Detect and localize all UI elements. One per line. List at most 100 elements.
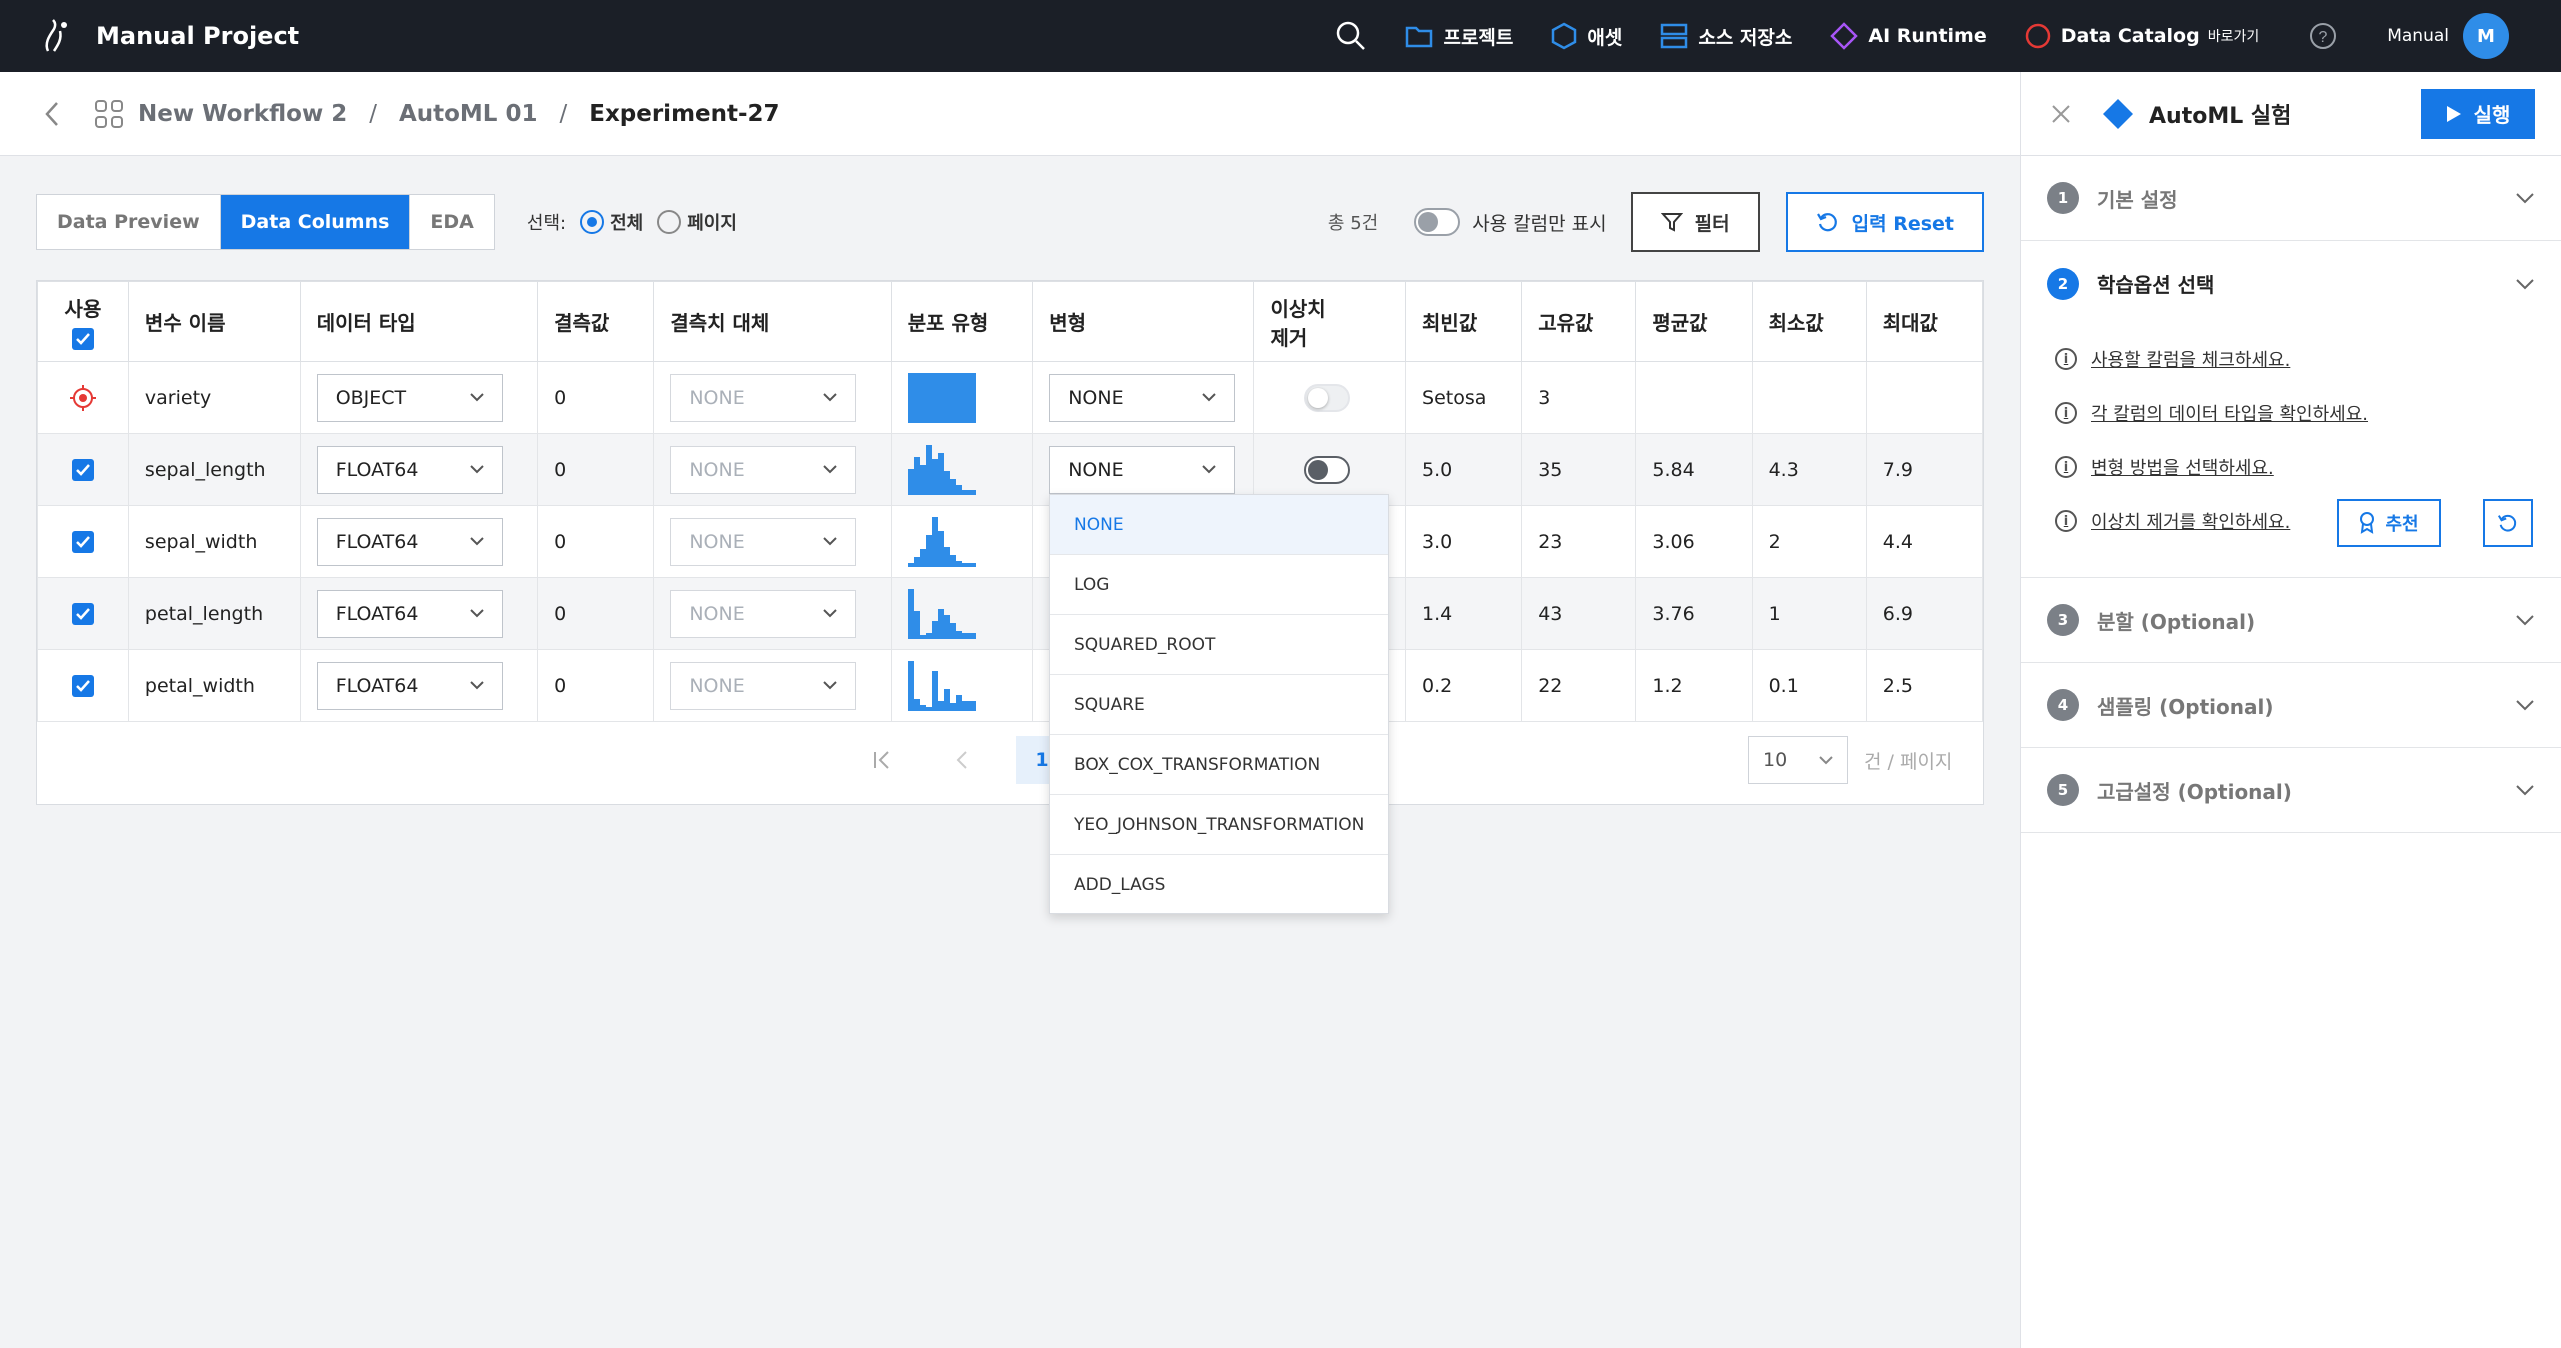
- dropdown-option[interactable]: BOX_COX_TRANSFORMATION: [1050, 735, 1388, 795]
- breadcrumb-separator: /: [559, 100, 568, 127]
- radio-page[interactable]: 페이지: [657, 209, 737, 235]
- user-name[interactable]: Manual: [2387, 26, 2449, 46]
- dtype-select[interactable]: OBJECT: [316, 373, 503, 422]
- hint-link[interactable]: i 변형 방법을 선택하세요.: [2055, 454, 2535, 480]
- dtype-select[interactable]: FLOAT64: [316, 445, 503, 494]
- distribution-cell: [890, 361, 1034, 434]
- filter-button[interactable]: 필터: [1630, 192, 1760, 252]
- distribution-cell: [890, 433, 1034, 506]
- nav-projects[interactable]: 프로젝트: [1405, 23, 1513, 50]
- section-split[interactable]: 3 분할 (Optional): [2021, 578, 2561, 663]
- section-sampling[interactable]: 4 샘플링 (Optional): [2021, 663, 2561, 748]
- page-size-select[interactable]: 10: [1748, 736, 1848, 784]
- info-icon: i: [2055, 402, 2077, 424]
- tab-eda[interactable]: EDA: [410, 195, 493, 249]
- impute-value: NONE: [689, 674, 745, 697]
- columns-table: 사용 변수 이름 데이터 타입 결측값 결측치 대체 분포 유형 변형 이상치 제…: [37, 281, 1984, 722]
- storage-icon: [1661, 23, 1688, 49]
- unique-value: 3: [1521, 361, 1637, 434]
- dropdown-option[interactable]: NONE: [1050, 495, 1388, 555]
- avatar[interactable]: M: [2463, 13, 2509, 59]
- section-training-options[interactable]: 2 학습옵션 선택: [2021, 241, 2561, 326]
- dtype-cell: OBJECT: [299, 361, 539, 434]
- section-basic-settings[interactable]: 1 기본 설정: [2021, 156, 2561, 241]
- search-icon[interactable]: [1335, 20, 1367, 52]
- back-arrow-icon[interactable]: [44, 101, 60, 127]
- nav-data-catalog[interactable]: Data Catalog 바로가기: [2025, 23, 2259, 49]
- use-checkbox[interactable]: [71, 602, 94, 625]
- show-used-toggle[interactable]: [1414, 208, 1461, 236]
- dtype-select[interactable]: FLOAT64: [316, 589, 503, 638]
- svg-text:?: ?: [2319, 29, 2328, 46]
- hint-link[interactable]: i 각 칼럼의 데이터 타입을 확인하세요.: [2055, 400, 2535, 426]
- nav-ai-runtime[interactable]: AI Runtime: [1830, 22, 1987, 50]
- outlier-toggle[interactable]: [1304, 383, 1351, 412]
- mode-value: 5.0: [1405, 433, 1523, 506]
- mean-value: 3.76: [1635, 577, 1753, 650]
- col-header-max: 최대값: [1865, 281, 1984, 362]
- dropdown-option[interactable]: ADD_LAGS: [1050, 855, 1388, 915]
- hint-link[interactable]: i 이상치 제거를 확인하세요.: [2055, 508, 2535, 534]
- impute-value: NONE: [689, 458, 745, 481]
- total-count: 총 5건: [1327, 213, 1379, 234]
- impute-select[interactable]: NONE: [670, 373, 857, 422]
- reset-options-button[interactable]: [2483, 499, 2533, 547]
- col-header-unique: 고유값: [1521, 281, 1637, 362]
- dropdown-option[interactable]: YEO_JOHNSON_TRANSFORMATION: [1050, 795, 1388, 855]
- hint-link[interactable]: i 사용할 칼럼을 체크하세요.: [2055, 346, 2535, 372]
- dropdown-option[interactable]: SQUARE: [1050, 675, 1388, 735]
- recommend-button[interactable]: 추천: [2337, 499, 2441, 547]
- nav-projects-label: 프로젝트: [1443, 26, 1514, 49]
- impute-select[interactable]: NONE: [670, 517, 857, 566]
- breadcrumb-automl[interactable]: AutoML 01: [399, 101, 538, 127]
- mode-value: 1.4: [1405, 577, 1523, 650]
- dropdown-option[interactable]: SQUARED_ROOT: [1050, 615, 1388, 675]
- use-checkbox[interactable]: [71, 530, 94, 553]
- prev-page-button[interactable]: [936, 736, 988, 784]
- dtype-select[interactable]: FLOAT64: [316, 517, 503, 566]
- nav-source-repo[interactable]: 소스 저장소: [1660, 23, 1792, 50]
- variable-name: petal_width: [127, 649, 301, 722]
- breadcrumb-workflow[interactable]: New Workflow 2: [138, 101, 347, 127]
- first-page-button[interactable]: [856, 736, 908, 784]
- dropdown-option[interactable]: LOG: [1050, 555, 1388, 615]
- chevron-down-icon: [823, 609, 838, 618]
- col-header-use: 사용: [37, 281, 129, 362]
- target-icon[interactable]: [69, 384, 97, 412]
- help-icon[interactable]: ?: [2309, 22, 2337, 50]
- section-advanced[interactable]: 5 고급설정 (Optional): [2021, 748, 2561, 833]
- chevron-down-icon: [469, 537, 484, 546]
- chevron-down-icon: [2516, 700, 2534, 711]
- run-button[interactable]: 실행: [2421, 88, 2535, 139]
- col-use-label: 사용: [64, 297, 102, 321]
- distribution-cell: [890, 649, 1034, 722]
- input-reset-button[interactable]: 입력 Reset: [1785, 192, 1984, 252]
- use-checkbox[interactable]: [71, 458, 94, 481]
- tab-data-columns[interactable]: Data Columns: [220, 195, 411, 249]
- hint-text: 변형 방법을 선택하세요.: [2091, 458, 2274, 479]
- transform-select[interactable]: NONE: [1049, 445, 1236, 494]
- impute-select[interactable]: NONE: [670, 445, 857, 494]
- distribution-histogram: [907, 372, 976, 423]
- use-cell: [37, 577, 129, 650]
- radio-dot: [657, 210, 682, 234]
- tab-data-preview[interactable]: Data Preview: [37, 195, 221, 249]
- nav-assets[interactable]: 애셋: [1551, 22, 1622, 50]
- outlier-toggle[interactable]: [1304, 455, 1351, 484]
- panel-title: AutoML 실험: [2149, 103, 2292, 129]
- mean-value: 5.84: [1635, 433, 1753, 506]
- dtype-select[interactable]: FLOAT64: [316, 661, 503, 710]
- impute-select[interactable]: NONE: [670, 589, 857, 638]
- radio-all-label: 전체: [610, 213, 644, 234]
- app-logo-icon[interactable]: [30, 16, 86, 56]
- select-all-checkbox[interactable]: [71, 328, 94, 350]
- close-icon[interactable]: [2051, 104, 2071, 124]
- col-header-outlier: 이상치 제거: [1253, 281, 1407, 362]
- impute-select[interactable]: NONE: [670, 661, 857, 710]
- radio-all[interactable]: 전체: [580, 209, 643, 235]
- transform-select[interactable]: NONE: [1049, 373, 1236, 422]
- max-value: 6.9: [1865, 577, 1984, 650]
- use-checkbox[interactable]: [71, 674, 94, 697]
- nav-source-repo-label: 소스 저장소: [1698, 26, 1793, 49]
- app-title[interactable]: Manual Project: [96, 22, 299, 50]
